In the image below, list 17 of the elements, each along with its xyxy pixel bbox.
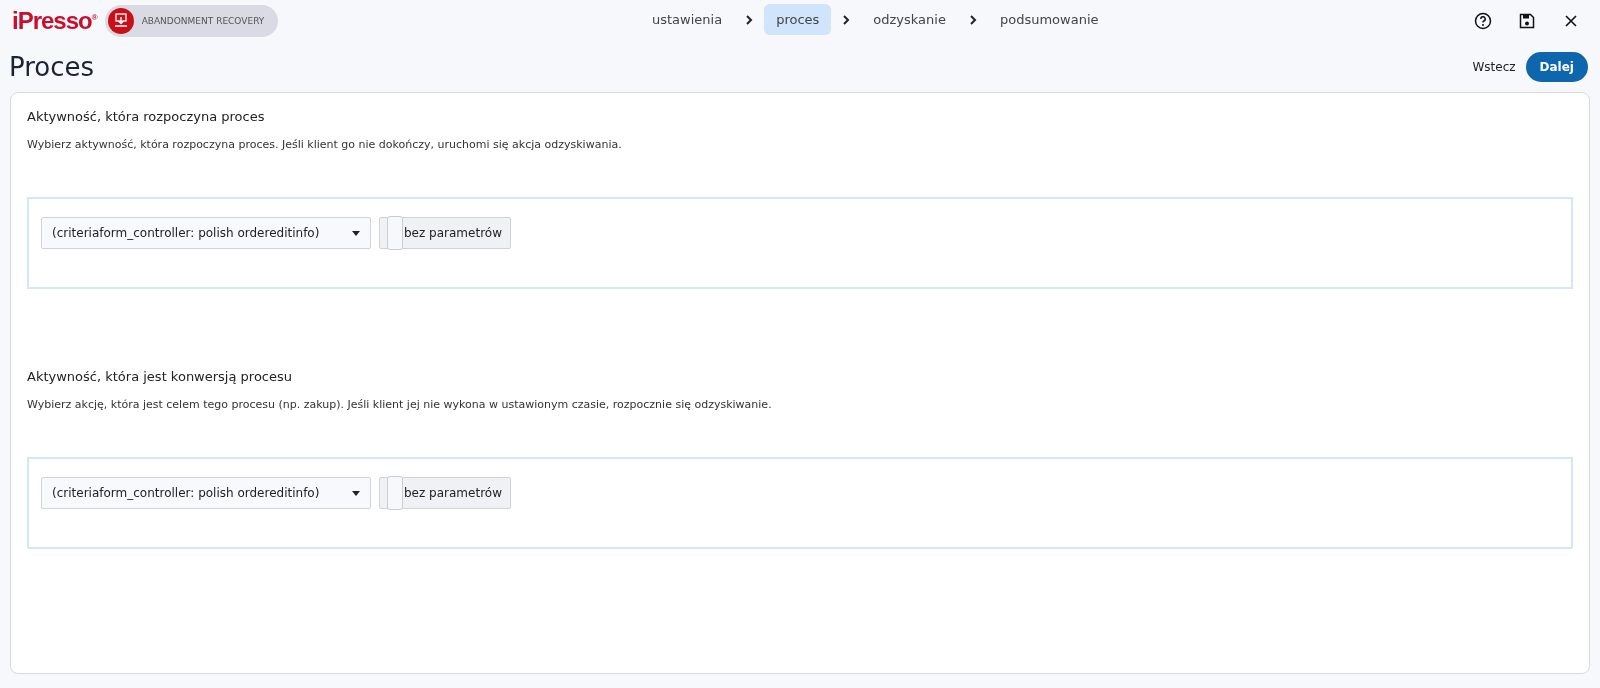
step-tab[interactable]: podsumowanie (987, 4, 1111, 35)
section-title: Aktywność, która rozpoczyna proces (27, 109, 266, 124)
back-button[interactable]: Wstecz (1462, 54, 1526, 80)
section-description: Wybierz akcję, która jest celem tego procesu (np. zakup). Jeśli klient jej nie wykona w ustawionym czasie, rozpocznie się odzyskiwanie. (27, 398, 773, 411)
logo: iPresso$^{®}$ (12, 7, 97, 35)
next-button[interactable]: Dalej (1525, 52, 1588, 82)
section-title: Aktywność, która jest konwersją procesu (27, 369, 293, 384)
page-title: Proces (9, 52, 95, 82)
section-description: Wybierz aktywność, która rozpoczyna proces. Jeśli klient go nie dokończy, uruchomi się akcja odzyskiwania. (27, 138, 623, 151)
step-tab[interactable]: proces (764, 4, 832, 35)
activity-select[interactable]: (criteriaform_controller: polish ordereditinfo) (41, 217, 371, 249)
params-button[interactable]: bez parametrów (404, 226, 502, 240)
step-tab[interactable]: odzyskanie (861, 4, 958, 35)
module-name: ABANDONMENT RECOVERY (141, 16, 265, 26)
step-tab[interactable]: ustawienia (640, 4, 735, 35)
params-button[interactable]: bez parametrów (404, 486, 502, 500)
activity-select[interactable]: (criteriaform_controller: polish ordereditinfo) (41, 477, 371, 509)
